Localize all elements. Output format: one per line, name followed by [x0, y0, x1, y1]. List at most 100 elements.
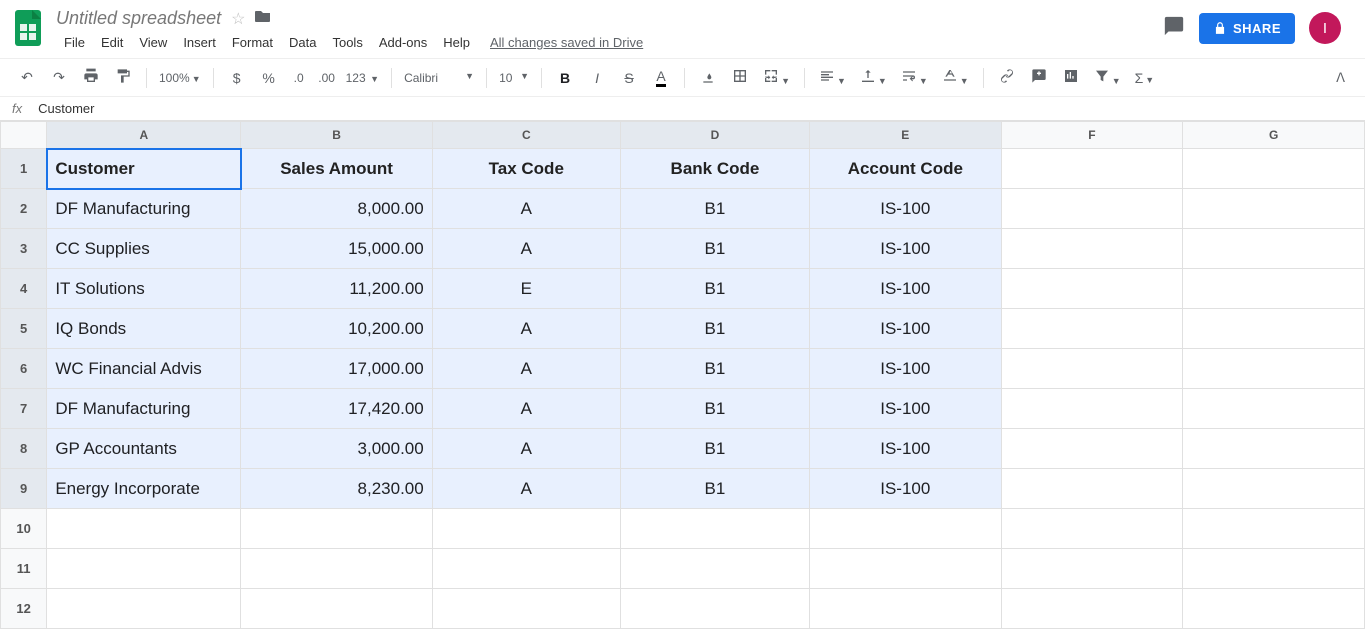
text-color-button[interactable]: A — [646, 63, 676, 92]
cell-D12[interactable] — [620, 589, 809, 629]
cell-A7[interactable]: DF Manufacturing — [47, 389, 241, 429]
cell-D5[interactable]: B1 — [620, 309, 809, 349]
column-header-B[interactable]: B — [241, 122, 432, 149]
column-header-D[interactable]: D — [620, 122, 809, 149]
font-select[interactable]: Calibri▼ — [400, 71, 478, 85]
undo-icon[interactable]: ↶ — [12, 64, 42, 91]
functions-icon[interactable]: Σ▼ — [1129, 65, 1161, 91]
cell-A8[interactable]: GP Accountants — [47, 429, 241, 469]
cell-F11[interactable] — [1001, 549, 1183, 589]
cell-E11[interactable] — [810, 549, 1001, 589]
cell-B4[interactable]: 11,200.00 — [241, 269, 432, 309]
menu-insert[interactable]: Insert — [175, 31, 224, 54]
cell-E8[interactable]: IS-100 — [810, 429, 1001, 469]
cell-F4[interactable] — [1001, 269, 1183, 309]
cell-C1[interactable]: Tax Code — [432, 149, 620, 189]
filter-icon[interactable]: ▼ — [1088, 63, 1127, 92]
text-rotate-button[interactable]: ▼ — [936, 63, 975, 92]
select-all-corner[interactable] — [1, 122, 47, 149]
row-header-12[interactable]: 12 — [1, 589, 47, 629]
row-header-4[interactable]: 4 — [1, 269, 47, 309]
cell-G10[interactable] — [1183, 509, 1365, 549]
cell-A12[interactable] — [47, 589, 241, 629]
merge-cells-button[interactable]: ▼ — [757, 63, 796, 92]
menu-data[interactable]: Data — [281, 31, 324, 54]
cell-F2[interactable] — [1001, 189, 1183, 229]
cell-G9[interactable] — [1183, 469, 1365, 509]
share-button[interactable]: SHARE — [1199, 13, 1295, 44]
sheets-logo[interactable] — [8, 8, 48, 48]
menu-format[interactable]: Format — [224, 31, 281, 54]
cell-B8[interactable]: 3,000.00 — [241, 429, 432, 469]
cell-F8[interactable] — [1001, 429, 1183, 469]
menu-tools[interactable]: Tools — [324, 31, 370, 54]
cell-E1[interactable]: Account Code — [810, 149, 1001, 189]
cell-G5[interactable] — [1183, 309, 1365, 349]
cell-C6[interactable]: A — [432, 349, 620, 389]
cell-A4[interactable]: IT Solutions — [47, 269, 241, 309]
menu-edit[interactable]: Edit — [93, 31, 131, 54]
menu-help[interactable]: Help — [435, 31, 478, 54]
row-header-8[interactable]: 8 — [1, 429, 47, 469]
text-wrap-button[interactable]: ▼ — [895, 63, 934, 92]
cell-F9[interactable] — [1001, 469, 1183, 509]
cell-D7[interactable]: B1 — [620, 389, 809, 429]
cell-B1[interactable]: Sales Amount — [241, 149, 432, 189]
column-header-E[interactable]: E — [810, 122, 1001, 149]
row-header-11[interactable]: 11 — [1, 549, 47, 589]
cell-D1[interactable]: Bank Code — [620, 149, 809, 189]
column-header-C[interactable]: C — [432, 122, 620, 149]
zoom-select[interactable]: 100%▼ — [155, 71, 205, 85]
increase-decimal[interactable]: .00 — [314, 71, 340, 85]
row-header-1[interactable]: 1 — [1, 149, 47, 189]
cell-E4[interactable]: IS-100 — [810, 269, 1001, 309]
cell-B6[interactable]: 17,000.00 — [241, 349, 432, 389]
cell-F5[interactable] — [1001, 309, 1183, 349]
format-currency[interactable]: $ — [222, 65, 252, 91]
cell-D10[interactable] — [620, 509, 809, 549]
print-icon[interactable] — [76, 63, 106, 92]
cell-A6[interactable]: WC Financial Advis — [47, 349, 241, 389]
row-header-2[interactable]: 2 — [1, 189, 47, 229]
cell-C8[interactable]: A — [432, 429, 620, 469]
cell-C4[interactable]: E — [432, 269, 620, 309]
menu-view[interactable]: View — [131, 31, 175, 54]
insert-link-icon[interactable] — [992, 63, 1022, 92]
column-header-G[interactable]: G — [1183, 122, 1365, 149]
cell-F12[interactable] — [1001, 589, 1183, 629]
cell-G12[interactable] — [1183, 589, 1365, 629]
collapse-toolbar-icon[interactable]: ᐱ — [1328, 66, 1353, 90]
cell-C10[interactable] — [432, 509, 620, 549]
cell-A5[interactable]: IQ Bonds — [47, 309, 241, 349]
v-align-button[interactable]: ▼ — [854, 63, 893, 92]
row-header-9[interactable]: 9 — [1, 469, 47, 509]
cell-E6[interactable]: IS-100 — [810, 349, 1001, 389]
cell-G4[interactable] — [1183, 269, 1365, 309]
formula-bar[interactable]: Customer — [38, 101, 94, 116]
cell-B3[interactable]: 15,000.00 — [241, 229, 432, 269]
cell-G2[interactable] — [1183, 189, 1365, 229]
row-header-3[interactable]: 3 — [1, 229, 47, 269]
paint-format-icon[interactable] — [108, 63, 138, 92]
cell-A10[interactable] — [47, 509, 241, 549]
cell-G1[interactable] — [1183, 149, 1365, 189]
cell-E10[interactable] — [810, 509, 1001, 549]
fill-color-button[interactable] — [693, 63, 723, 92]
cell-B2[interactable]: 8,000.00 — [241, 189, 432, 229]
cell-A3[interactable]: CC Supplies — [47, 229, 241, 269]
h-align-button[interactable]: ▼ — [813, 63, 852, 92]
menu-add-ons[interactable]: Add-ons — [371, 31, 435, 54]
column-header-F[interactable]: F — [1001, 122, 1183, 149]
row-header-10[interactable]: 10 — [1, 509, 47, 549]
cell-F1[interactable] — [1001, 149, 1183, 189]
cell-C5[interactable]: A — [432, 309, 620, 349]
borders-button[interactable] — [725, 63, 755, 92]
cell-C9[interactable]: A — [432, 469, 620, 509]
cell-F7[interactable] — [1001, 389, 1183, 429]
cell-B10[interactable] — [241, 509, 432, 549]
cell-A1[interactable]: Customer — [47, 149, 241, 189]
cell-D4[interactable]: B1 — [620, 269, 809, 309]
bold-button[interactable]: B — [550, 65, 580, 91]
cell-C12[interactable] — [432, 589, 620, 629]
cell-G8[interactable] — [1183, 429, 1365, 469]
